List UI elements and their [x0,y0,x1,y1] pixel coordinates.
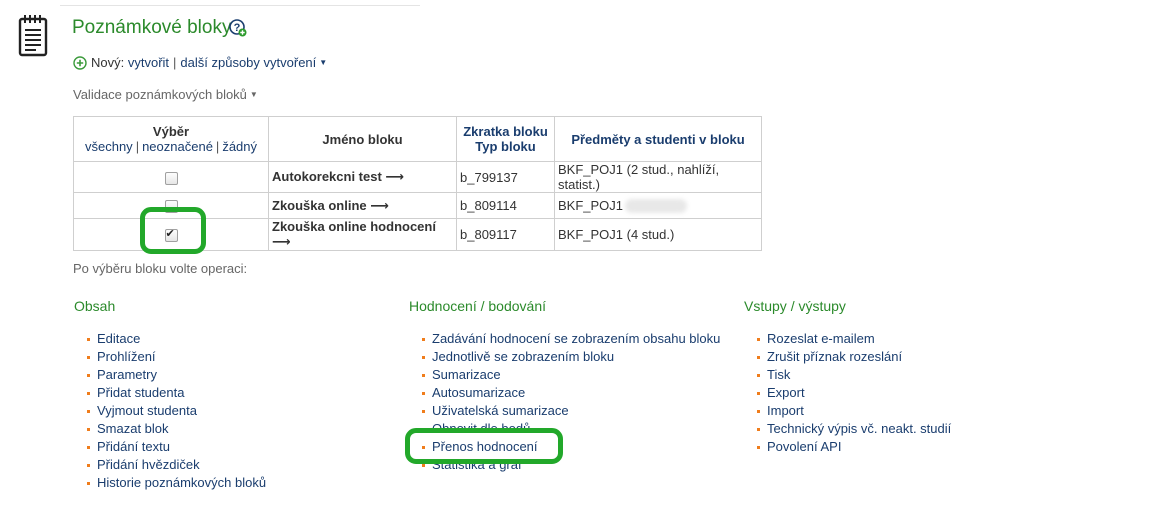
col-header-select: Výběr všechny | neoznačené | žádný [73,116,269,162]
op-tisk[interactable]: Tisk [767,367,790,382]
column-title-hodnoceni: Hodnocení / bodování [409,298,546,314]
help-plus-icon[interactable]: ? [229,19,247,37]
list-obsah: Editace Prohlížení Parametry Přidat stud… [74,330,266,492]
prenos-highlight [405,428,563,464]
block-subjects: BKF_POJ1 (2 stud., nahlíží, statist.) [554,161,762,193]
op-parametry[interactable]: Parametry [97,367,157,382]
select-unmarked-link[interactable]: neoznačené [142,139,213,154]
block-subjects: BKF_POJ1 (4 stud.) [554,218,762,251]
table-row: Autokorekcni test ⟶ b_799137 BKF_POJ1 (2… [73,161,762,193]
block-name-link[interactable]: Zkouška online ⟶ [268,192,457,219]
block-subjects: BKF_POJ1 [558,197,624,213]
select-header-label: Výběr [152,124,190,139]
column-title-vstupy: Vstupy / výstupy [744,298,846,314]
op-povoleni-api[interactable]: Povolení API [767,439,841,454]
row-checkbox-cell [73,161,269,193]
op-zadavani-hodnoceni[interactable]: Zadávání hodnocení se zobrazením obsahu … [432,331,720,346]
op-autosumarizace[interactable]: Autosumarizace [432,385,525,400]
select-links: všechny | neoznačené | žádný [84,139,258,154]
create-prefix: Nový: [91,55,125,70]
type-header-label: Typ bloku [475,139,536,154]
op-zrusit-priznak[interactable]: Zrušit příznak rozeslání [767,349,902,364]
create-link[interactable]: vytvořit [128,55,169,70]
block-subjects-cell: BKF_POJ1 [554,192,762,219]
other-ways-label: další způsoby vytvoření [180,55,317,70]
op-pridat-studenta[interactable]: Přidat studenta [97,385,184,400]
col-header-name: Jméno bloku [268,116,457,162]
table-header-row: Výběr všechny | neoznačené | žádný Jméno blo… [73,116,762,162]
op-pridani-textu[interactable]: Přidání textu [97,439,170,454]
op-sumarizace[interactable]: Sumarizace [432,367,501,382]
block-abbr: b_809114 [456,192,555,219]
col-header-subjects: Předměty a studenti v bloku [554,116,762,162]
select-none-link[interactable]: žádný [222,139,257,154]
create-row: Nový: vytvořit | další způsoby vytvoření ▼ [73,55,327,70]
op-import[interactable]: Import [767,403,804,418]
top-divider [60,5,420,6]
op-vyjmout-studenta[interactable]: Vyjmout studenta [97,403,197,418]
op-pridani-hvezdicek[interactable]: Přidání hvězdiček [97,457,200,472]
op-rozeslat-email[interactable]: Rozeslat e-mailem [767,331,875,346]
op-editace[interactable]: Editace [97,331,140,346]
other-ways-dropdown[interactable]: další způsoby vytvoření ▼ [180,55,327,70]
checkbox-highlight [140,207,206,254]
op-jednotlive[interactable]: Jednotlivě se zobrazením bloku [432,349,614,364]
block-name-link[interactable]: Autokorekcni test ⟶ [268,161,457,193]
abbr-header-label: Zkratka bloku [463,124,548,139]
separator: | [173,55,177,70]
op-smazat-blok[interactable]: Smazat blok [97,421,169,436]
redacted-text [625,199,688,214]
op-technicky-vypis[interactable]: Technický výpis vč. neakt. studií [767,421,951,436]
list-vstupy: Rozeslat e-mailem Zrušit příznak rozeslá… [744,330,951,456]
page-title: Poznámkové bloky [72,17,232,38]
column-obsah: Obsah Editace Prohlížení Parametry Přida… [74,298,266,492]
select-all-link[interactable]: všechny [85,139,133,154]
block-name-link[interactable]: Zkouška online hodnocení ⟶ [268,218,457,251]
column-title-obsah: Obsah [74,298,116,314]
op-uzivatelska-sumarizace[interactable]: Uživatelská sumarizace [432,403,569,418]
operations-prompt: Po výběru bloku volte operaci: [73,261,248,276]
validation-label: Validace poznámkových bloků [73,87,247,102]
op-prohlizeni[interactable]: Prohlížení [97,349,156,364]
block-abbr: b_809117 [456,218,555,251]
caret-down-icon: ▼ [249,90,258,99]
caret-down-icon: ▼ [319,58,328,67]
column-vstupy: Vstupy / výstupy Rozeslat e-mailem Zruši… [744,298,951,456]
add-circle-icon [73,56,87,70]
col-header-abbr: Zkratka bloku Typ bloku [456,116,555,162]
notepad-icon [18,15,48,57]
op-historie[interactable]: Historie poznámkových bloků [97,475,266,490]
block-abbr: b_799137 [456,161,555,193]
validation-dropdown[interactable]: Validace poznámkových bloků ▼ [73,87,258,102]
op-export[interactable]: Export [767,385,805,400]
row-checkbox[interactable] [164,171,178,185]
